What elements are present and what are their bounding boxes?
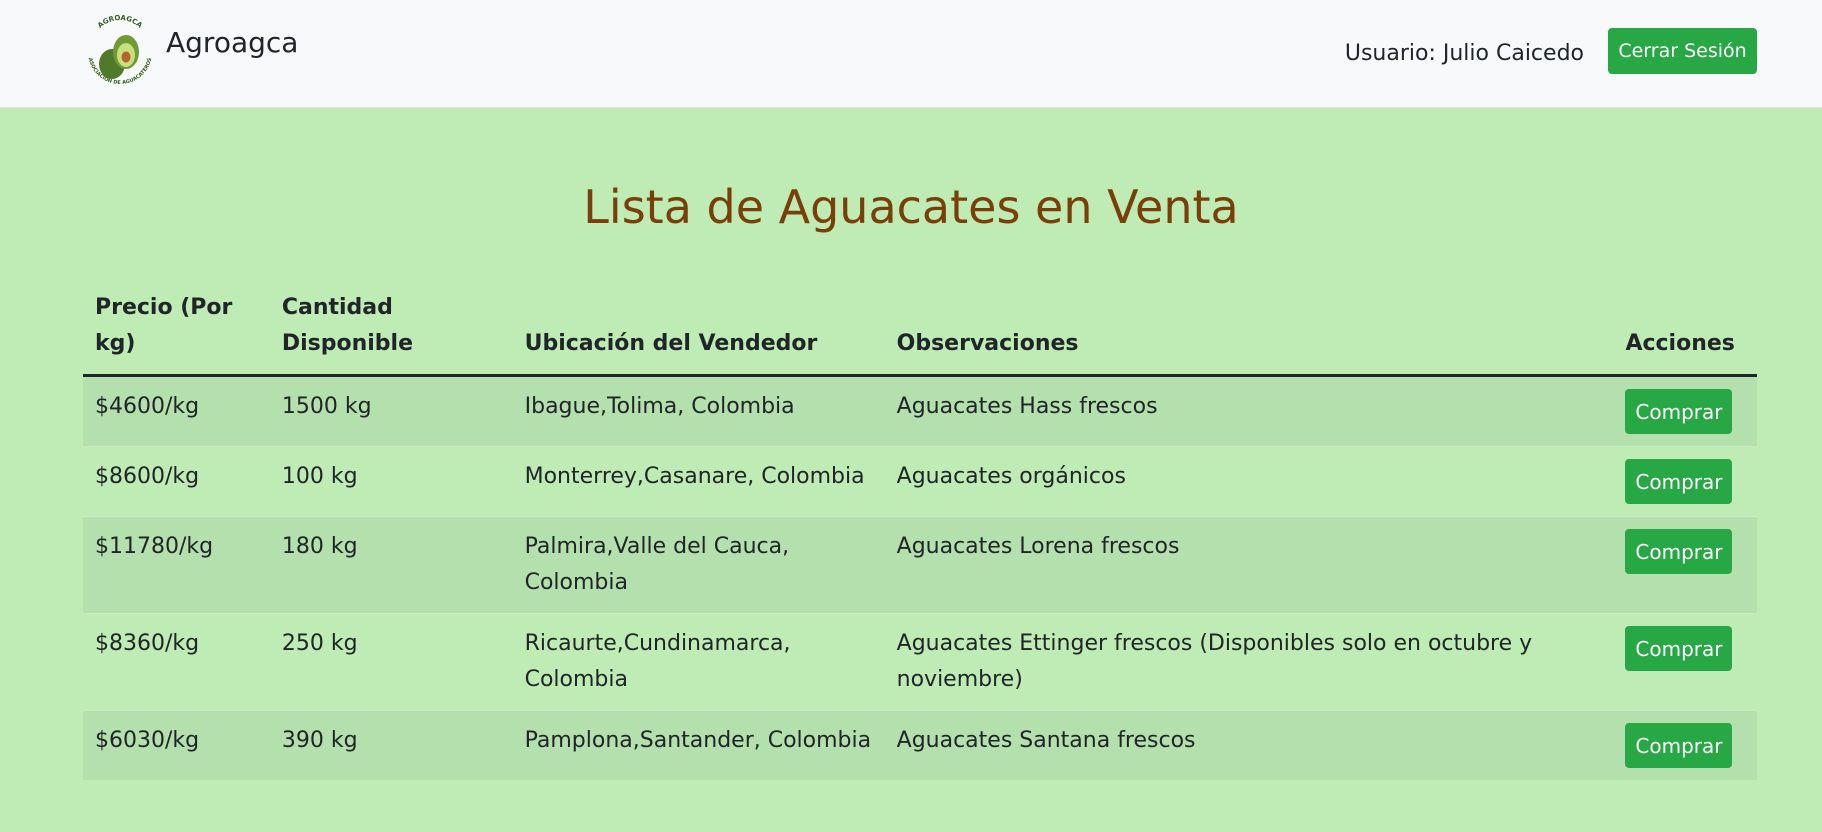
- header-actions: Acciones: [1613, 286, 1757, 377]
- table-row: $8360/kg 250 kg Ricaurte,Cundinamarca, C…: [83, 613, 1757, 711]
- cell-price: $4600/kg: [83, 375, 270, 447]
- cell-quantity: 100 kg: [269, 446, 513, 517]
- cell-price: $8360/kg: [83, 613, 270, 711]
- table-row: $4600/kg 1500 kg Ibague,Tolima, Colombia…: [83, 375, 1757, 447]
- cell-location: Pamplona,Santander, Colombia: [512, 710, 885, 780]
- header-location: Ubicación del Vendedor: [512, 286, 885, 377]
- cell-notes: Aguacates Lorena frescos: [884, 516, 1614, 614]
- table-row: $6030/kg 390 kg Pamplona,Santander, Colo…: [83, 710, 1757, 780]
- avocado-logo-icon: AGROAGCA ASOCIACION DE AGUACATEROS: [87, 14, 154, 86]
- cell-price: $6030/kg: [83, 710, 270, 780]
- cell-notes: Aguacates orgánicos: [884, 446, 1614, 517]
- cell-location: Monterrey,Casanare, Colombia: [512, 446, 885, 517]
- cell-price: $8600/kg: [83, 446, 270, 517]
- table-body: $4600/kg 1500 kg Ibague,Tolima, Colombia…: [83, 375, 1757, 780]
- cell-location: Ibague,Tolima, Colombia: [512, 375, 885, 447]
- buy-button[interactable]: Comprar: [1625, 389, 1733, 434]
- cell-actions: Comprar: [1613, 516, 1757, 614]
- cell-quantity: 390 kg: [269, 710, 513, 780]
- logo-text-top: AGROAGCA: [96, 14, 144, 30]
- cell-quantity: 250 kg: [269, 613, 513, 711]
- buy-button[interactable]: Comprar: [1625, 459, 1733, 504]
- cell-notes: Aguacates Ettinger frescos (Disponibles …: [884, 613, 1614, 711]
- user-label: Usuario: Julio Caicedo: [1344, 40, 1584, 66]
- cell-notes: Aguacates Hass frescos: [884, 375, 1614, 447]
- navbar: AGROAGCA ASOCIACION DE AGUACATEROS Agroa…: [0, 0, 1822, 108]
- cell-actions: Comprar: [1613, 613, 1757, 711]
- cell-quantity: 1500 kg: [269, 375, 513, 447]
- cell-notes: Aguacates Santana frescos: [884, 710, 1614, 780]
- buy-button[interactable]: Comprar: [1625, 626, 1733, 671]
- page-title: Lista de Aguacates en Venta: [583, 180, 1239, 234]
- table-row: $8600/kg 100 kg Monterrey,Casanare, Colo…: [83, 446, 1757, 517]
- user-area: Usuario: Julio Caicedo Cerrar Sesión: [1345, 28, 1757, 74]
- svg-text:AGROAGCA: AGROAGCA: [96, 14, 144, 30]
- cell-actions: Comprar: [1613, 446, 1757, 517]
- cell-quantity: 180 kg: [269, 516, 513, 614]
- brand-name[interactable]: Agroagca: [166, 26, 298, 59]
- header-notes: Observaciones: [884, 286, 1614, 377]
- buy-button[interactable]: Comprar: [1625, 723, 1733, 768]
- cell-price: $11780/kg: [83, 516, 270, 614]
- avocado-listings-table-wrapper: Precio (Por kg) Cantidad Disponible Ubic…: [83, 286, 1757, 780]
- buy-button[interactable]: Comprar: [1625, 529, 1733, 574]
- cell-actions: Comprar: [1613, 710, 1757, 780]
- table-header-row: Precio (Por kg) Cantidad Disponible Ubic…: [83, 286, 1757, 377]
- table-header: Precio (Por kg) Cantidad Disponible Ubic…: [83, 286, 1757, 377]
- avocado-listings-table: Precio (Por kg) Cantidad Disponible Ubic…: [83, 286, 1757, 780]
- cell-location: Palmira,Valle del Cauca, Colombia: [512, 516, 885, 614]
- header-price: Precio (Por kg): [83, 286, 270, 377]
- cell-actions: Comprar: [1613, 375, 1757, 447]
- header-quantity: Cantidad Disponible: [269, 286, 513, 377]
- logout-button[interactable]: Cerrar Sesión: [1608, 28, 1757, 74]
- brand[interactable]: AGROAGCA ASOCIACION DE AGUACATEROS Agroa…: [82, 14, 299, 90]
- cell-location: Ricaurte,Cundinamarca, Colombia: [512, 613, 885, 711]
- table-row: $11780/kg 180 kg Palmira,Valle del Cauca…: [83, 516, 1757, 614]
